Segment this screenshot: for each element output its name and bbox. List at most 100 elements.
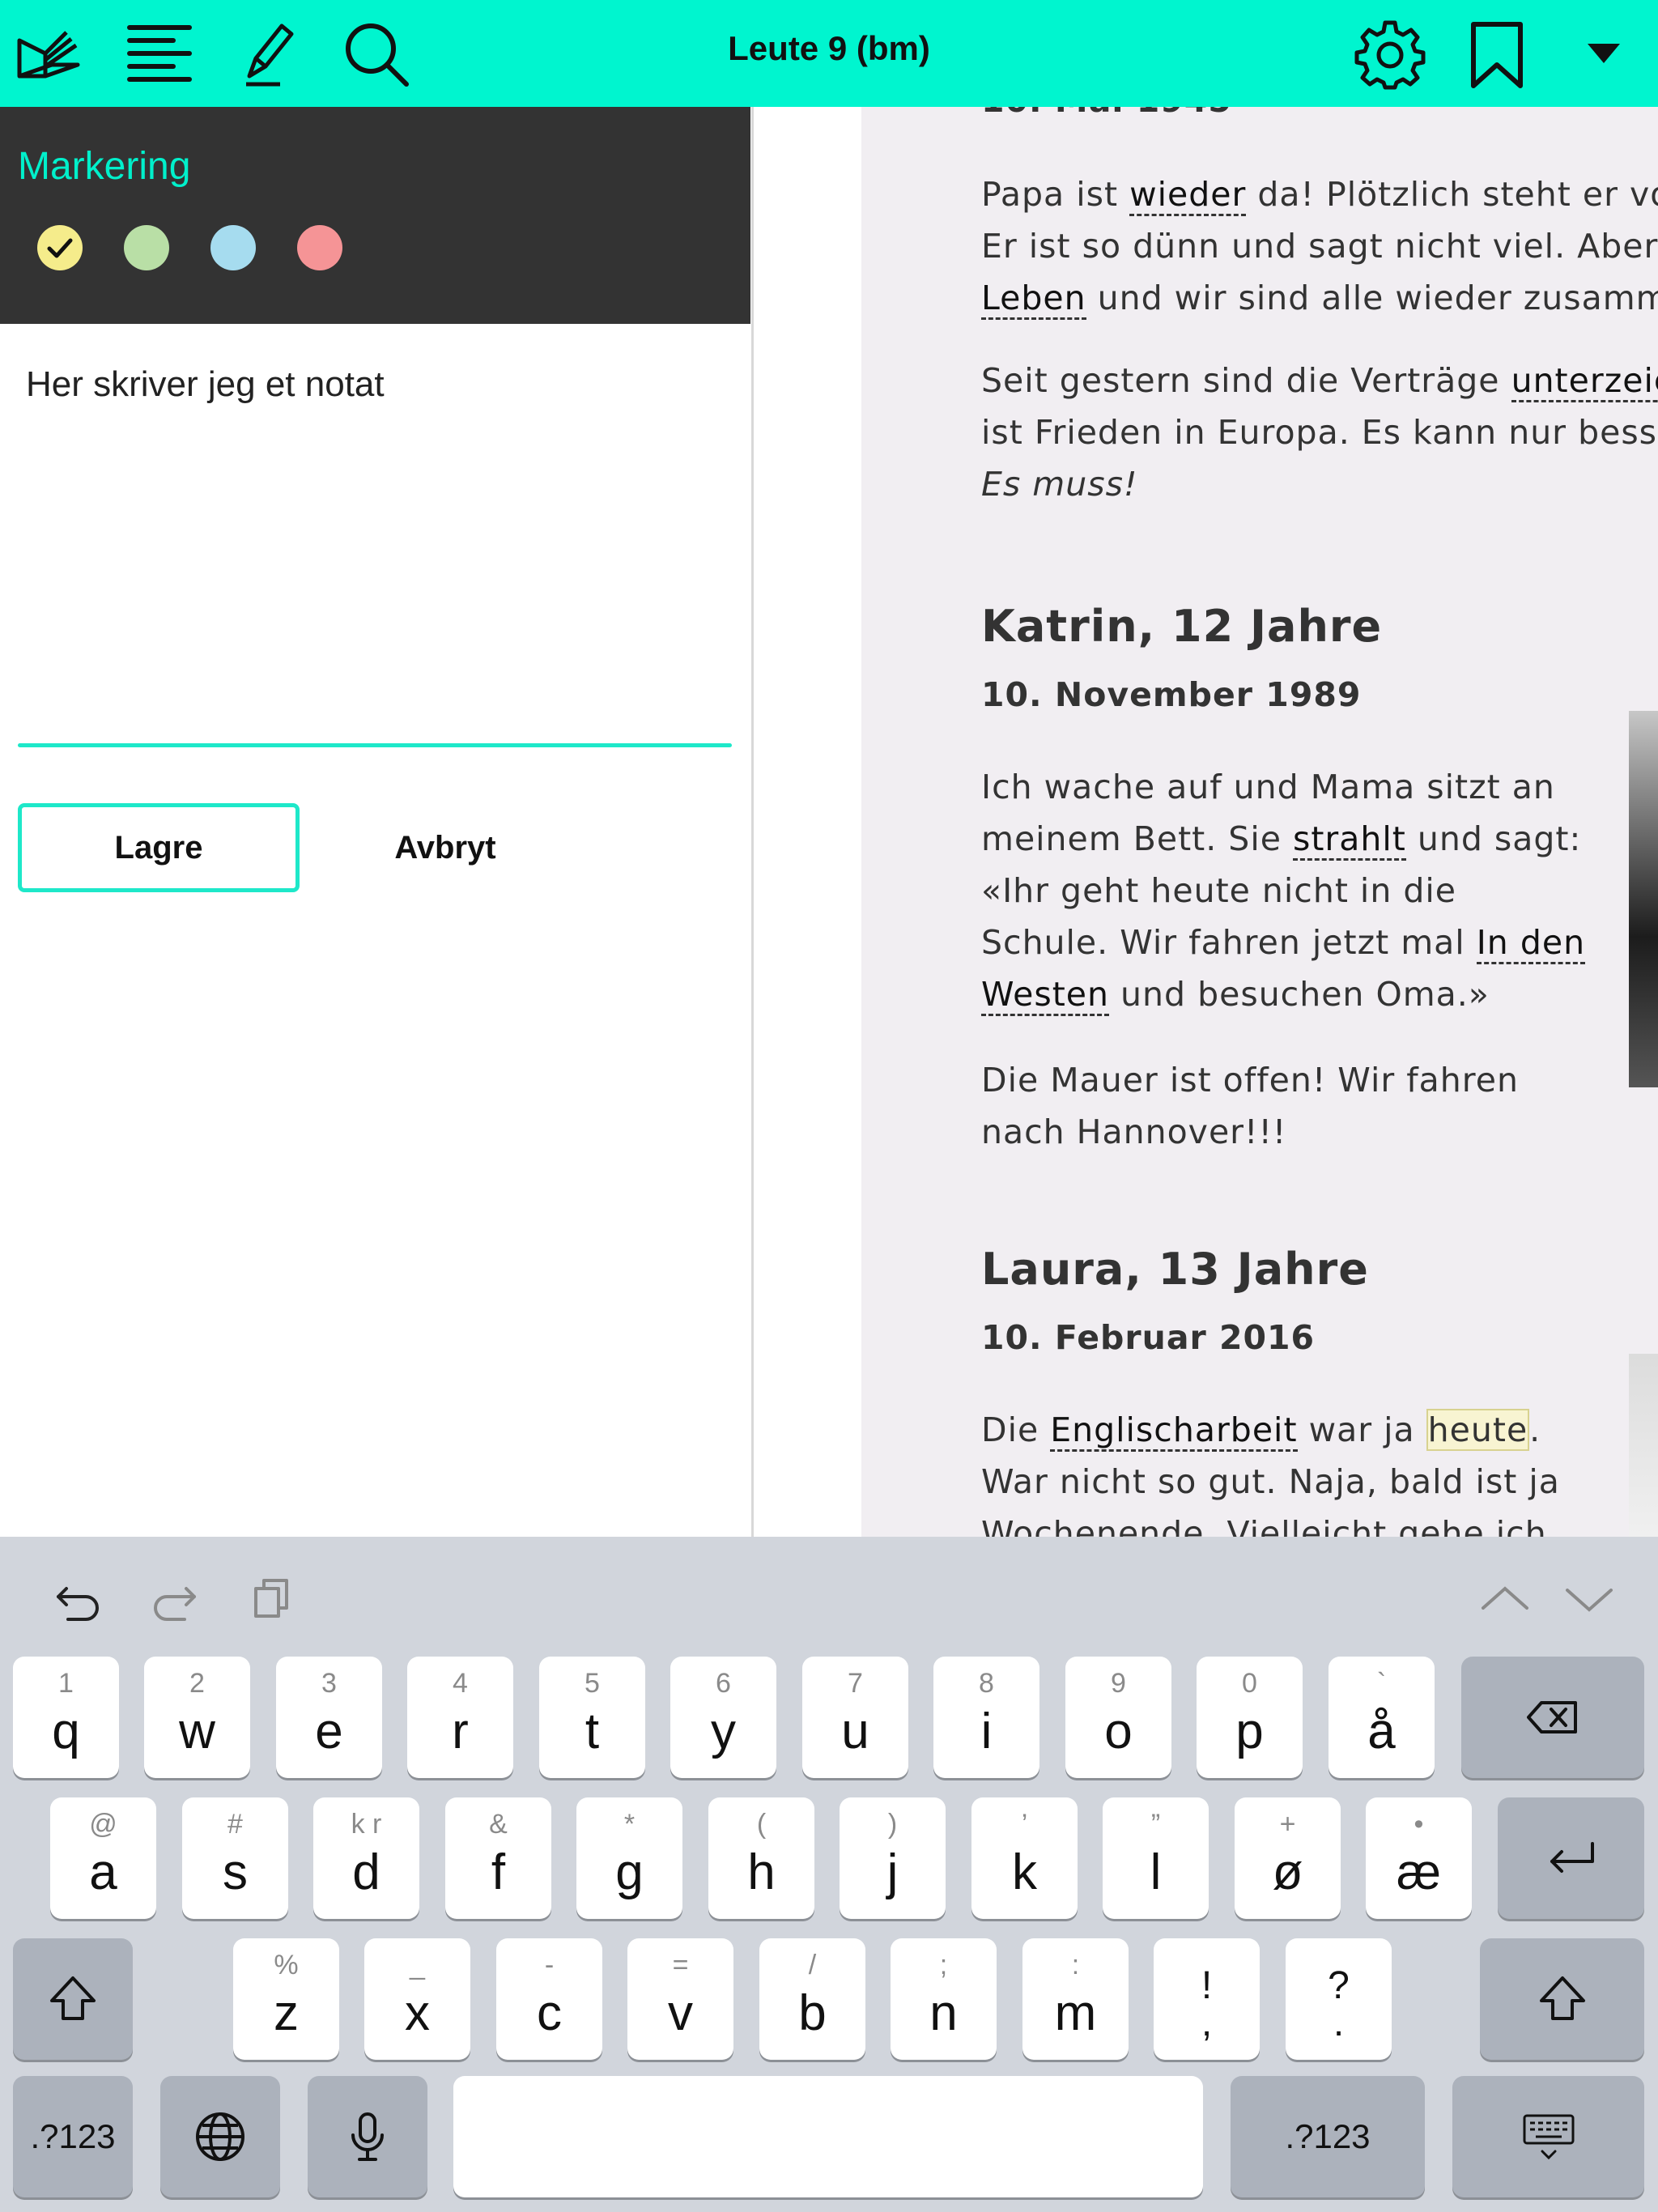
key-question-period[interactable]: ? .: [1286, 1938, 1392, 2060]
key-c[interactable]: -c: [496, 1938, 602, 2060]
glossary-word[interactable]: strahlt: [1292, 819, 1406, 861]
paste-icon[interactable]: [246, 1571, 303, 1627]
key-z[interactable]: % z: [233, 1938, 339, 2060]
key-t[interactable]: 5t: [539, 1657, 645, 1778]
key-n[interactable]: ; n: [891, 1938, 997, 2060]
microphone-icon: [351, 2112, 384, 2161]
highlight-yellow-swatch[interactable]: [37, 225, 83, 270]
enter-key[interactable]: [1498, 1797, 1644, 1919]
dropdown-arrow-icon[interactable]: [1567, 18, 1640, 91]
numbers-key-left[interactable]: .?123: [13, 2076, 133, 2197]
hide-keyboard-key[interactable]: [1452, 2076, 1644, 2197]
highlight-color-panel: Markering: [0, 107, 750, 324]
backspace-key[interactable]: [1461, 1657, 1644, 1778]
bookmark-icon[interactable]: [1460, 18, 1533, 91]
key-j[interactable]: ) j: [840, 1797, 946, 1919]
key-x[interactable]: _ x: [364, 1938, 470, 2060]
backspace-icon: [1527, 1701, 1577, 1733]
key-exclamation-comma[interactable]: ! ,: [1154, 1938, 1260, 2060]
undo-icon[interactable]: [49, 1571, 105, 1627]
key-k[interactable]: ’ k: [971, 1797, 1078, 1919]
reader-margin: [754, 107, 861, 1537]
paragraph-line: nach Hannover!!!: [981, 1112, 1287, 1151]
key-b[interactable]: / b: [759, 1938, 865, 2060]
section-date: 10. Februar 2016: [981, 1318, 1316, 1357]
save-button[interactable]: Lagre: [18, 803, 300, 892]
gear-icon[interactable]: [1354, 18, 1426, 91]
key-g[interactable]: * g: [576, 1797, 682, 1919]
key-aring[interactable]: ` å: [1329, 1657, 1435, 1778]
cancel-button[interactable]: Avbryt: [324, 803, 567, 892]
key-d[interactable]: k rd: [313, 1797, 419, 1919]
key-u[interactable]: 7u: [802, 1657, 908, 1778]
top-toolbar: Leute 9 (bm): [0, 0, 1658, 107]
key-y[interactable]: 6y: [670, 1657, 776, 1778]
key-l[interactable]: ” l: [1103, 1797, 1209, 1919]
key-o[interactable]: 9o: [1065, 1657, 1171, 1778]
key-r[interactable]: 4r: [407, 1657, 513, 1778]
paragraph-line: meinem Bett. Sie strahlt und sagt:: [981, 813, 1581, 865]
paragraph-line: Leben und wir sind alle wieder zusamm: [981, 272, 1658, 324]
paragraph-line: Wochenende. Vielleicht gehe ich: [981, 1514, 1547, 1537]
numbers-key-right[interactable]: .?123: [1231, 2076, 1425, 2197]
glossary-word[interactable]: wieder: [1129, 175, 1247, 216]
key-e[interactable]: 3e: [276, 1657, 382, 1778]
paragraph-line: Ich wache auf und Mama sitzt an: [981, 768, 1555, 806]
dictation-key[interactable]: [308, 2076, 427, 2197]
shift-icon: [50, 1976, 96, 2020]
highlight-blue-swatch[interactable]: [210, 225, 256, 270]
paragraph-line: Seit gestern sind die Verträge unterzeic: [981, 355, 1658, 406]
keyboard-hide-icon: [1523, 2114, 1574, 2160]
section-heading: Katrin, 12 Jahre: [981, 601, 1383, 652]
highlight-green-swatch[interactable]: [124, 225, 169, 270]
note-editor: Her skriver jeg et notat Lagre Avbryt: [0, 324, 750, 1537]
chevron-up-icon[interactable]: [1477, 1571, 1533, 1627]
section-date-cut: 10. Mai 1945: [981, 107, 1232, 120]
paragraph-line: «Ihr geht heute nicht in die: [981, 871, 1456, 910]
redo-icon[interactable]: [147, 1571, 204, 1627]
section-heading: Laura, 13 Jahre: [981, 1244, 1369, 1295]
language-key[interactable]: [160, 2076, 280, 2197]
key-ae[interactable]: • æ: [1366, 1797, 1472, 1919]
chevron-down-icon[interactable]: [1561, 1571, 1618, 1627]
glossary-word[interactable]: Leben: [981, 279, 1086, 320]
key-w[interactable]: 2w: [144, 1657, 250, 1778]
highlight-panel-title: Markering: [18, 145, 191, 188]
highlighted-word[interactable]: heute: [1426, 1409, 1530, 1451]
key-a[interactable]: @ a: [50, 1797, 156, 1919]
paragraph-line: Die Englischarbeit war ja heute.: [981, 1404, 1541, 1456]
key-oslash[interactable]: + ø: [1235, 1797, 1341, 1919]
check-icon: [47, 238, 73, 258]
key-i[interactable]: 8i: [933, 1657, 1039, 1778]
space-key[interactable]: [453, 2076, 1203, 2197]
paragraph-line: Es muss!: [981, 465, 1138, 504]
glossary-word[interactable]: unterzeic: [1511, 361, 1658, 402]
shift-key-left[interactable]: [13, 1938, 133, 2060]
globe-icon: [196, 2112, 244, 2161]
glossary-word[interactable]: Englischarbeit: [1050, 1410, 1298, 1452]
note-text-field[interactable]: Her skriver jeg et notat: [26, 364, 385, 405]
shift-key-right[interactable]: [1480, 1938, 1644, 2060]
key-m[interactable]: :m: [1022, 1938, 1129, 2060]
key-v[interactable]: = v: [627, 1938, 733, 2060]
paragraph-line: War nicht so gut. Naja, bald ist ja: [981, 1462, 1560, 1501]
key-f[interactable]: & f: [445, 1797, 551, 1919]
paragraph-line: Schule. Wir fahren jetzt mal In den: [981, 917, 1586, 968]
note-field-underline: [18, 743, 732, 747]
paragraph-line: ist Frieden in Europa. Es kann nur besse: [981, 413, 1658, 452]
key-q[interactable]: 1q: [13, 1657, 119, 1778]
glossary-word[interactable]: Westen: [981, 975, 1110, 1016]
highlight-red-swatch[interactable]: [297, 225, 342, 270]
shift-icon: [1539, 1976, 1585, 2020]
photo-thumbnail: [1629, 1354, 1658, 1537]
key-h[interactable]: (h: [708, 1797, 814, 1919]
key-p[interactable]: 0p: [1197, 1657, 1303, 1778]
key-s[interactable]: # s: [182, 1797, 288, 1919]
section-date: 10. November 1989: [981, 675, 1362, 714]
glossary-word[interactable]: In den: [1476, 923, 1586, 964]
paragraph-line: Er ist so dünn und sagt nicht viel. Aber: [981, 227, 1658, 266]
onscreen-keyboard: 1q 2w 3e 4r 5t 6y 7u 8i 9o 0p ` å @ a # s k…: [0, 1537, 1658, 2212]
reader-page[interactable]: 10. Mai 1945 Papa ist wieder da! Plötzli…: [861, 107, 1658, 1537]
paragraph-line: Westen und besuchen Oma.»: [981, 968, 1490, 1020]
paragraph-line: Die Mauer ist offen! Wir fahren: [981, 1061, 1519, 1100]
